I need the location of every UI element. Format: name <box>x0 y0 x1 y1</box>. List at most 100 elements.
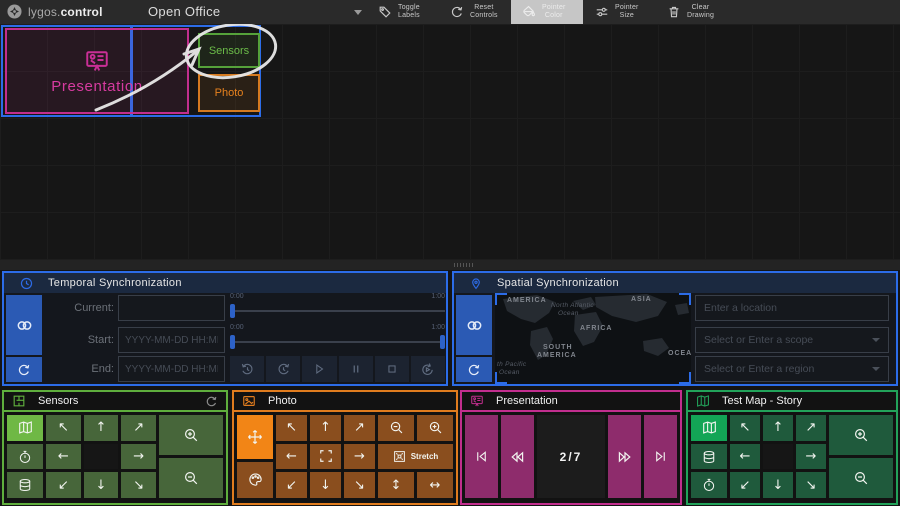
photo-move-right-button[interactable]: → <box>344 444 375 470</box>
photo-move-down-button[interactable]: ↓ <box>310 472 341 498</box>
slider-thumb[interactable] <box>230 304 235 318</box>
canvas-sensors-box[interactable]: Sensors <box>198 33 260 68</box>
app-logo: lygos.control <box>7 4 103 19</box>
pan-up-button[interactable]: ↑ <box>84 415 119 441</box>
pan-left-button[interactable]: ← <box>46 444 81 470</box>
range-start-thumb[interactable] <box>230 335 235 349</box>
photo-move-mode-button[interactable] <box>237 415 273 459</box>
canvas-photo-box[interactable]: Photo <box>198 74 260 112</box>
pan-down-right-button[interactable]: ↘ <box>121 472 156 498</box>
pan-down-left-button[interactable]: ↙ <box>730 472 760 498</box>
scene-canvas[interactable]: Presentation Sensors Photo <box>0 24 900 260</box>
arrow-down-icon: ↓ <box>773 478 784 493</box>
photo-control-pad: Photo ↖ ↑ ↗ <box>232 390 458 505</box>
pointer-color-button[interactable]: PointerColor <box>511 0 583 24</box>
zoom-in-button[interactable] <box>829 415 893 455</box>
previous-slide-button[interactable] <box>501 415 534 498</box>
pan-left-button[interactable]: ← <box>730 444 760 470</box>
pan-up-left-button[interactable]: ↖ <box>46 415 81 441</box>
sensors-pad-reset-button[interactable] <box>205 395 218 408</box>
slider-track[interactable] <box>230 310 445 312</box>
zoom-in-button[interactable] <box>159 415 223 455</box>
pan-up-left-button[interactable]: ↖ <box>730 415 760 441</box>
pan-right-button[interactable]: → <box>121 444 156 470</box>
next-slide-button[interactable] <box>608 415 641 498</box>
toggle-labels-button[interactable]: ToggleLabels <box>378 0 420 24</box>
map-label-north-atlantic-2: Ocean <box>558 310 579 317</box>
rewind-icon <box>509 449 525 465</box>
app-window: lygos.control Open Office ToggleLabels R… <box>0 0 900 506</box>
scene-dropdown-caret-icon[interactable] <box>354 10 362 15</box>
sensors-map-mode-button[interactable] <box>7 415 43 441</box>
pause-button[interactable] <box>339 356 373 382</box>
arrow-se-icon: ↘ <box>133 478 144 493</box>
photo-move-down-left-button[interactable]: ↙ <box>276 472 307 498</box>
location-input[interactable]: Enter a location <box>695 295 889 321</box>
zoom-out-button[interactable] <box>829 458 893 498</box>
time-step-back-button[interactable] <box>230 356 264 382</box>
testmap-time-mode-button[interactable] <box>691 472 727 498</box>
end-time-input[interactable] <box>118 356 225 382</box>
scope-select[interactable]: Select or Enter a scope <box>695 327 889 353</box>
pan-down-right-button[interactable]: ↘ <box>796 472 826 498</box>
reset-controls-button[interactable]: ResetControls <box>450 0 498 24</box>
temporal-link-toggle-button[interactable] <box>6 295 42 355</box>
spatial-panel-header: Spatial Synchronization <box>454 273 896 293</box>
current-time-slider[interactable]: 0:00 1:00 <box>230 293 445 319</box>
testmap-map-mode-button[interactable] <box>691 415 727 441</box>
photo-zoom-out-button[interactable] <box>378 415 414 441</box>
last-slide-button[interactable] <box>644 415 677 498</box>
photo-move-up-right-button[interactable]: ↗ <box>344 415 375 441</box>
time-step-forward-button[interactable] <box>266 356 300 382</box>
sensors-layers-button[interactable] <box>7 472 43 498</box>
canvas-presentation-box[interactable]: Presentation <box>5 28 189 114</box>
photo-fit-button[interactable] <box>310 444 341 470</box>
pan-down-button[interactable]: ↓ <box>84 472 119 498</box>
stretch-label: Stretch <box>411 452 439 461</box>
photo-zoom-in-button[interactable] <box>417 415 453 441</box>
pan-up-right-button[interactable]: ↗ <box>121 415 156 441</box>
world-map[interactable]: AMERICA North Atlantic Ocean ASIA AFRICA… <box>495 293 691 384</box>
clock-icon <box>20 277 33 290</box>
pan-up-button[interactable]: ↑ <box>763 415 793 441</box>
map-icon <box>18 420 33 435</box>
panel-resize-divider[interactable] <box>0 260 900 270</box>
clear-drawing-button[interactable]: ClearDrawing <box>667 0 714 24</box>
first-slide-button[interactable] <box>465 415 498 498</box>
fast-forward-icon <box>617 449 633 465</box>
top-toolbar: lygos.control Open Office ToggleLabels R… <box>0 0 900 24</box>
region-select[interactable]: Select or Enter a region <box>695 356 889 382</box>
replay-button[interactable] <box>411 356 445 382</box>
zoom-out-button[interactable] <box>159 458 223 498</box>
pan-down-left-button[interactable]: ↙ <box>46 472 81 498</box>
photo-scale-vertical-button[interactable]: ↕ <box>378 472 414 498</box>
photo-stretch-button[interactable]: Stretch <box>378 444 453 470</box>
pan-right-button[interactable]: → <box>796 444 826 470</box>
range-end-thumb[interactable] <box>440 335 445 349</box>
photo-move-down-right-button[interactable]: ↘ <box>344 472 375 498</box>
divider-drag-handle[interactable] <box>454 263 473 267</box>
sensors-time-mode-button[interactable] <box>7 444 43 470</box>
time-range-slider[interactable]: 0:00 1:00 <box>230 324 445 350</box>
photo-color-mode-button[interactable] <box>237 462 273 498</box>
slider-track[interactable] <box>230 341 445 343</box>
testmap-layers-button[interactable] <box>691 444 727 470</box>
photo-move-left-button[interactable]: ← <box>276 444 307 470</box>
spatial-reset-button[interactable] <box>456 357 492 382</box>
stop-button[interactable] <box>375 356 409 382</box>
map-corner-bracket <box>495 293 507 305</box>
scene-title[interactable]: Open Office <box>148 4 220 19</box>
temporal-reset-button[interactable] <box>6 357 42 382</box>
pointer-size-button[interactable]: PointerSize <box>595 0 639 24</box>
photo-scale-horizontal-button[interactable]: ↔ <box>417 472 453 498</box>
current-time-input[interactable] <box>118 295 225 321</box>
photo-move-up-button[interactable]: ↑ <box>310 415 341 441</box>
pan-down-button[interactable]: ↓ <box>763 472 793 498</box>
start-time-input[interactable] <box>118 327 225 353</box>
pan-up-right-button[interactable]: ↗ <box>796 415 826 441</box>
play-button[interactable] <box>302 356 336 382</box>
spatial-link-toggle-button[interactable] <box>456 295 492 355</box>
palette-icon <box>248 472 263 487</box>
arrow-down-icon: ↓ <box>96 478 107 493</box>
photo-move-up-left-button[interactable]: ↖ <box>276 415 307 441</box>
